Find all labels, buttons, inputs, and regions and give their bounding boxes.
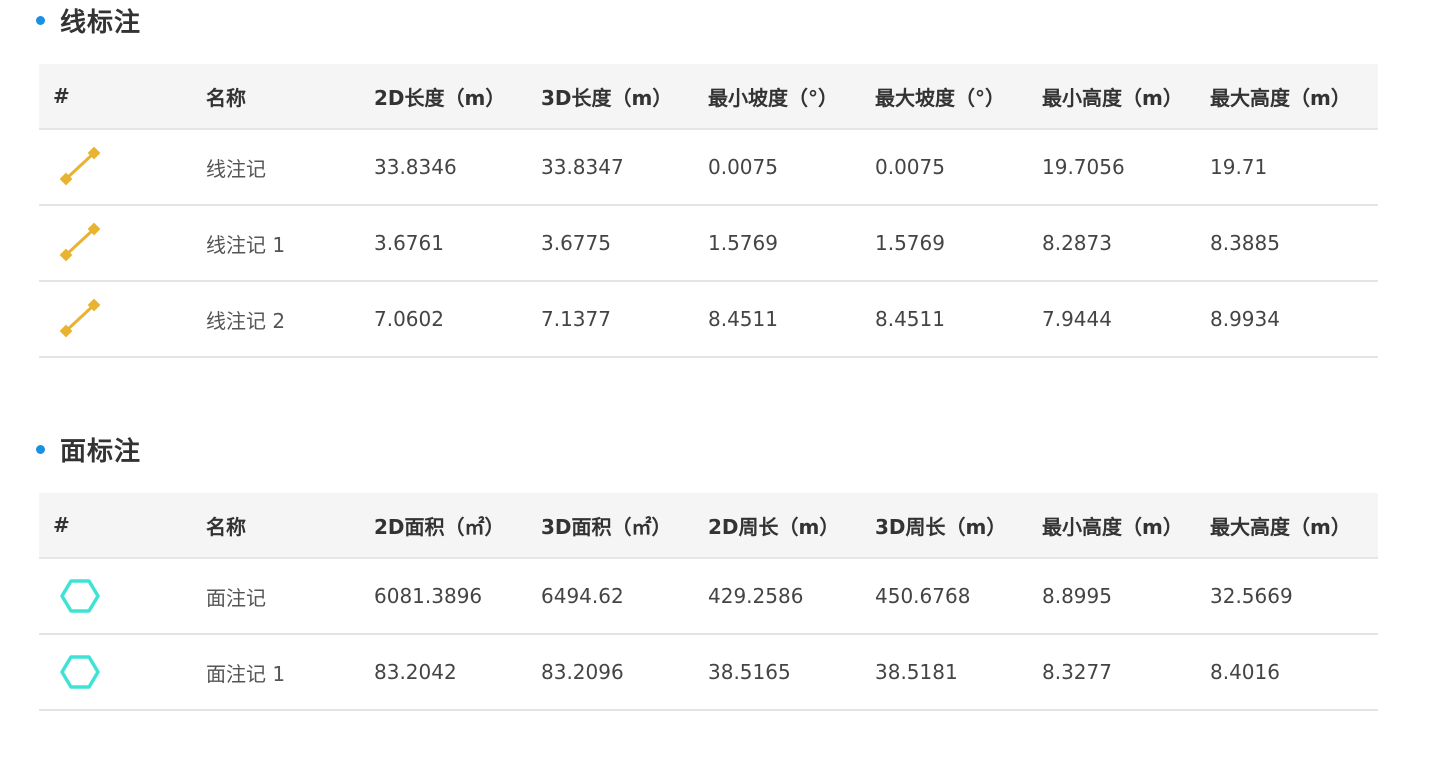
column-header-3d-area: 3D面积（㎡） (541, 493, 708, 559)
table-row[interactable]: 线注记 33.8346 33.8347 0.0075 0.0075 19.705… (39, 129, 1378, 205)
line-section-heading: 线标注 (36, 0, 141, 40)
cell-min-height: 19.7056 (1042, 155, 1125, 179)
cell-max-height: 8.4016 (1210, 660, 1280, 684)
area-section-heading: 面标注 (36, 429, 141, 469)
column-header-name: 名称 (206, 64, 374, 130)
cell-name: 线注记 1 (206, 232, 286, 257)
cell-min-slope: 1.5769 (708, 231, 778, 255)
cell-max-height: 8.9934 (1210, 307, 1280, 331)
table-header-row: # 名称 2D长度（m） 3D长度（m） 最小坡度（°） 最大坡度（°） 最小高… (39, 64, 1378, 130)
column-header-2d-area: 2D面积（㎡） (374, 493, 541, 559)
cell-3d-length: 7.1377 (541, 307, 611, 331)
table-row[interactable]: 面注记 1 83.2042 83.2096 38.5165 38.5181 8.… (39, 634, 1378, 710)
cell-2d-area: 83.2042 (374, 660, 457, 684)
cell-max-height: 8.3885 (1210, 231, 1280, 255)
polygon-annotation-icon (60, 655, 100, 689)
column-header-min-slope: 最小坡度（°） (708, 64, 875, 130)
cell-min-height: 8.3277 (1042, 660, 1112, 684)
cell-name: 线注记 (206, 156, 266, 181)
column-header-name: 名称 (206, 493, 374, 559)
column-header-3d-length: 3D长度（m） (541, 64, 708, 130)
section-title: 面标注 (60, 436, 142, 467)
cell-max-height: 19.71 (1210, 155, 1268, 179)
column-header-min-height: 最小高度（m） (1042, 64, 1210, 130)
cell-2d-length: 3.6761 (374, 231, 444, 255)
cell-min-height: 8.2873 (1042, 231, 1112, 255)
polygon-annotation-icon (60, 579, 100, 613)
cell-3d-area: 83.2096 (541, 660, 624, 684)
cell-max-slope: 0.0075 (875, 155, 945, 179)
column-header-min-height: 最小高度（m） (1042, 493, 1210, 559)
column-header-2d-length: 2D长度（m） (374, 64, 541, 130)
column-header-2d-perimeter: 2D周长（m） (708, 493, 875, 559)
table-row[interactable]: 面注记 6081.3896 6494.62 429.2586 450.6768 … (39, 558, 1378, 634)
cell-3d-length: 33.8347 (541, 155, 624, 179)
line-annotation-icon (59, 222, 101, 262)
cell-3d-perimeter: 450.6768 (875, 584, 971, 608)
cell-name: 线注记 2 (206, 308, 286, 333)
cell-2d-area: 6081.3896 (374, 584, 483, 608)
cell-min-height: 7.9444 (1042, 307, 1112, 331)
bullet-dot-icon (36, 15, 45, 25)
cell-min-slope: 0.0075 (708, 155, 778, 179)
cell-name: 面注记 (206, 585, 266, 610)
cell-2d-length: 7.0602 (374, 307, 444, 331)
area-annotation-table: # 名称 2D面积（㎡） 3D面积（㎡） 2D周长（m） 3D周长（m） 最小高… (39, 493, 1378, 711)
cell-2d-length: 33.8346 (374, 155, 457, 179)
line-annotation-table: # 名称 2D长度（m） 3D长度（m） 最小坡度（°） 最大坡度（°） 最小高… (39, 64, 1378, 358)
cell-2d-perimeter: 429.2586 (708, 584, 804, 608)
bullet-dot-icon (36, 444, 45, 454)
cell-2d-perimeter: 38.5165 (708, 660, 791, 684)
column-header-max-height: 最大高度（m） (1210, 493, 1378, 559)
cell-name: 面注记 1 (206, 661, 286, 686)
column-header-max-height: 最大高度（m） (1210, 64, 1378, 130)
column-header-3d-perimeter: 3D周长（m） (875, 493, 1042, 559)
table-row[interactable]: 线注记 1 3.6761 3.6775 1.5769 1.5769 8.2873… (39, 205, 1378, 281)
column-header-max-slope: 最大坡度（°） (875, 64, 1042, 130)
cell-3d-area: 6494.62 (541, 584, 624, 608)
cell-min-slope: 8.4511 (708, 307, 778, 331)
cell-min-height: 8.8995 (1042, 584, 1112, 608)
cell-3d-perimeter: 38.5181 (875, 660, 958, 684)
table-header-row: # 名称 2D面积（㎡） 3D面积（㎡） 2D周长（m） 3D周长（m） 最小高… (39, 493, 1378, 559)
cell-3d-length: 3.6775 (541, 231, 611, 255)
line-annotation-icon (59, 146, 101, 186)
column-header-index: # (39, 64, 206, 130)
section-title: 线标注 (60, 7, 142, 38)
cell-max-slope: 1.5769 (875, 231, 945, 255)
column-header-index: # (39, 493, 206, 559)
cell-max-height: 32.5669 (1210, 584, 1293, 608)
line-annotation-icon (59, 298, 101, 338)
table-row[interactable]: 线注记 2 7.0602 7.1377 8.4511 8.4511 7.9444… (39, 281, 1378, 357)
cell-max-slope: 8.4511 (875, 307, 945, 331)
